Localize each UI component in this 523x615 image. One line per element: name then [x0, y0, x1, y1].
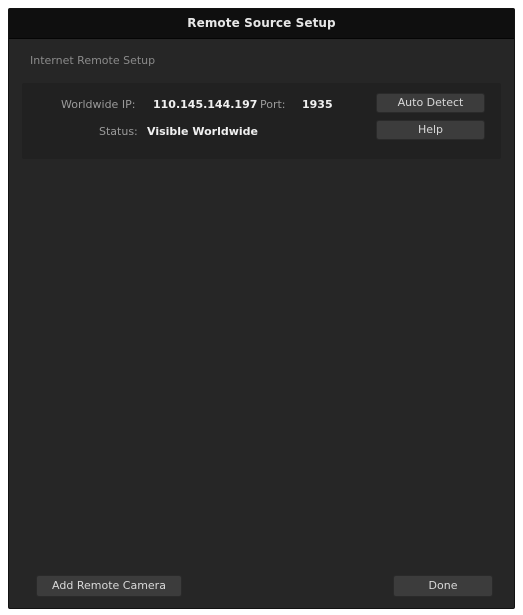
auto-detect-button[interactable]: Auto Detect	[376, 93, 485, 113]
port-value: 1935	[302, 98, 333, 111]
status-value: Visible Worldwide	[147, 125, 258, 138]
status-label: Status:	[99, 125, 138, 138]
worldwide-ip-label: Worldwide IP:	[61, 98, 136, 111]
internet-remote-panel: Worldwide IP: 110.145.144.197 Port: 1935…	[22, 83, 501, 159]
add-remote-camera-button[interactable]: Add Remote Camera	[36, 575, 182, 597]
section-label-internet-remote-setup: Internet Remote Setup	[30, 54, 156, 67]
done-button[interactable]: Done	[393, 575, 493, 597]
dialog-title: Remote Source Setup	[9, 9, 514, 39]
port-label: Port:	[260, 98, 286, 111]
worldwide-ip-value: 110.145.144.197	[153, 98, 258, 111]
remote-source-setup-dialog: Remote Source Setup Internet Remote Setu…	[8, 8, 515, 609]
help-button[interactable]: Help	[376, 120, 485, 140]
